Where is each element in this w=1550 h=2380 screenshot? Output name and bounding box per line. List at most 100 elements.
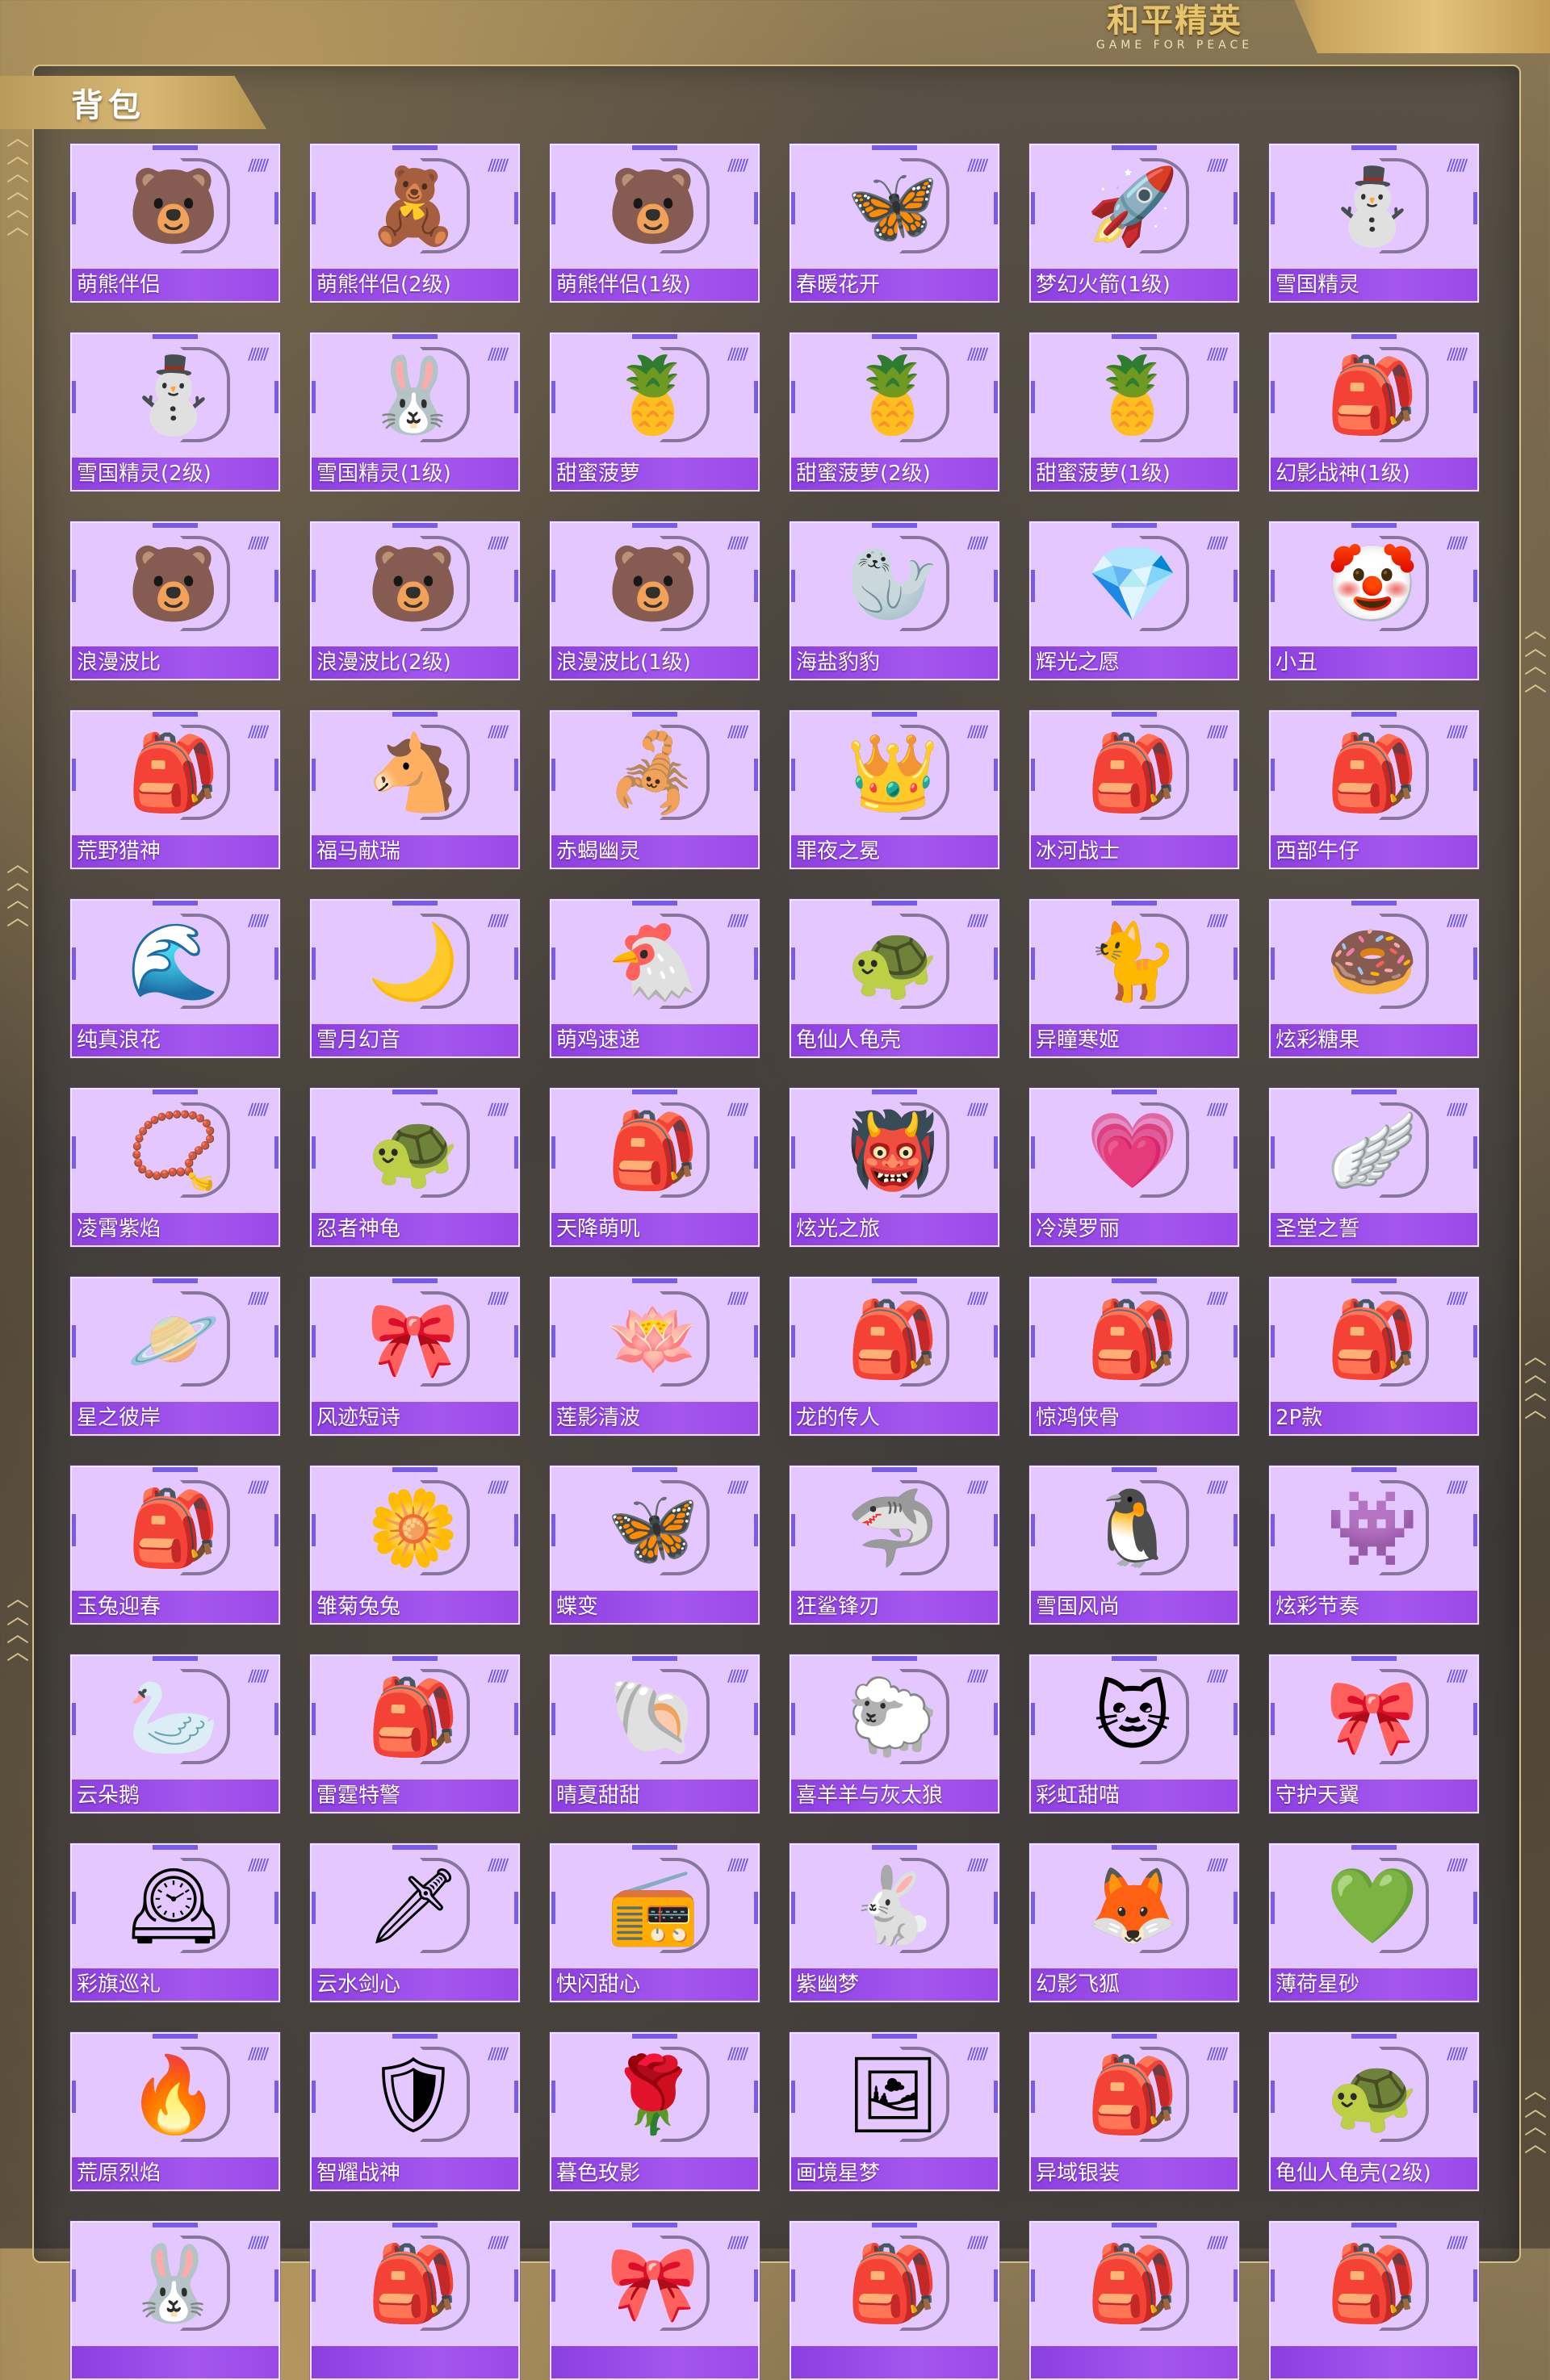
backpack-item-card[interactable]: |||||| 🐻 浪漫波比(1级) bbox=[550, 521, 760, 680]
backpack-item-card[interactable]: |||||| 🪽 圣堂之誓 bbox=[1269, 1088, 1479, 1247]
backpack-item-card[interactable]: |||||| 🦭 海盐豹豹 bbox=[790, 521, 999, 680]
backpack-strap bbox=[1379, 2047, 1429, 2142]
backpack-item-card[interactable]: |||||| 🎒 异域银装 bbox=[1029, 2032, 1239, 2191]
backpack-item-card[interactable]: |||||| 👾 炫彩节奏 bbox=[1269, 1466, 1479, 1625]
backpack-item-card[interactable]: |||||| 🎒 龙的传人 bbox=[790, 1277, 999, 1436]
backpack-item-card[interactable]: |||||| 🍍 甜蜜菠萝(1级) bbox=[1029, 333, 1239, 491]
backpack-item-card[interactable]: |||||| ⛄ 雪国精灵(2级) bbox=[70, 333, 280, 491]
card-side-tick bbox=[1473, 1325, 1477, 1357]
backpack-item-card[interactable]: |||||| 🤡 小丑 bbox=[1269, 521, 1479, 680]
backpack-item-card[interactable]: |||||| 🚀 梦幻火箭(1级) bbox=[1029, 144, 1239, 303]
backpack-item-card[interactable]: |||||| 🐢 龟仙人龟壳(2级) bbox=[1269, 2032, 1479, 2191]
card-side-tick bbox=[274, 947, 279, 980]
backpack-item-card[interactable]: |||||| 🐻 浪漫波比(2级) bbox=[310, 521, 520, 680]
backpack-item-card[interactable]: |||||| 🗡 云水剑心 bbox=[310, 1843, 520, 2002]
gold-backpack-icon: 🎒 bbox=[1319, 2231, 1429, 2337]
backpack-item-card[interactable]: |||||| 🐢 忍者神龟 bbox=[310, 1088, 520, 1247]
backpack-item-card[interactable]: |||||| 🌹 暮色玫影 bbox=[550, 2032, 760, 2191]
backpack-item-card[interactable]: |||||| 🐰 雪国精灵(1级) bbox=[310, 333, 520, 491]
backpack-item-card[interactable]: |||||| 🎒 bbox=[310, 2221, 520, 2380]
backpack-item-card[interactable]: |||||| 💎 辉光之愿 bbox=[1029, 521, 1239, 680]
backpack-item-card[interactable]: |||||| 🖼 画境星梦 bbox=[790, 2032, 999, 2191]
backpack-item-card[interactable]: |||||| 🎀 bbox=[550, 2221, 760, 2380]
card-side-tick bbox=[551, 1325, 555, 1357]
flame-backpack-icon: 🔥 bbox=[120, 2042, 230, 2148]
backpack-item-card[interactable]: |||||| 🎒 bbox=[1269, 2221, 1479, 2380]
backpack-item-card[interactable]: |||||| 🧸 萌熊伴侣(2级) bbox=[310, 144, 520, 303]
left-chevron-decoration-icon: ︿ ︿ ︿ ︿ bbox=[6, 1585, 30, 1665]
backpack-strap bbox=[899, 347, 949, 442]
backpack-item-card[interactable]: |||||| 🪷 莲影清波 bbox=[550, 1277, 760, 1436]
backpack-item-card[interactable]: |||||| 🕰 彩旗巡礼 bbox=[70, 1843, 280, 2002]
rarity-stripes-icon: |||||| bbox=[485, 912, 510, 927]
backpack-item-card[interactable]: |||||| 🐔 萌鸡速递 bbox=[550, 899, 760, 1058]
backpack-item-card[interactable]: |||||| 🎀 守护天翼 bbox=[1269, 1654, 1479, 1813]
backpack-strap bbox=[1139, 1291, 1189, 1387]
backpack-item-card[interactable]: |||||| 🌼 雏菊兔兔 bbox=[310, 1466, 520, 1625]
backpack-item-card[interactable]: |||||| 💗 冷漠罗丽 bbox=[1029, 1088, 1239, 1247]
backpack-item-card[interactable]: |||||| 🌊 纯真浪花 bbox=[70, 899, 280, 1058]
backpack-item-card[interactable]: |||||| 🐇 紫幽梦 bbox=[790, 1843, 999, 2002]
backpack-item-card[interactable]: |||||| 🐰 bbox=[70, 2221, 280, 2380]
backpack-item-card[interactable]: |||||| 🐢 龟仙人龟壳 bbox=[790, 899, 999, 1058]
card-side-tick bbox=[1031, 2081, 1035, 2113]
backpack-item-card[interactable]: |||||| 🌙 雪月幻音 bbox=[310, 899, 520, 1058]
right-chevron-decoration-icon: ︿ ︿ ︿ ︿ bbox=[1524, 2077, 1548, 2157]
card-side-tick bbox=[754, 2269, 758, 2302]
backpack-item-card[interactable]: |||||| 🐑 喜羊羊与灰太狼 bbox=[790, 1654, 999, 1813]
backpack-item-card[interactable]: |||||| 👹 炫光之旅 bbox=[790, 1088, 999, 1247]
backpack-item-card[interactable]: |||||| 🎒 惊鸿侠骨 bbox=[1029, 1277, 1239, 1436]
pink-backpack-icon: 🎀 bbox=[600, 2231, 710, 2337]
rarity-stripes-icon: |||||| bbox=[965, 1667, 990, 1683]
item-name: 云朵鹅 bbox=[77, 1784, 140, 1808]
backpack-item-card[interactable]: |||||| 🐻 萌熊伴侣 bbox=[70, 144, 280, 303]
backpack-item-card[interactable]: |||||| 🐴 福马献瑞 bbox=[310, 710, 520, 869]
backpack-item-card[interactable]: |||||| 🪐 星之彼岸 bbox=[70, 1277, 280, 1436]
backpack-item-card[interactable]: |||||| 🎒 雷霆特警 bbox=[310, 1654, 520, 1813]
backpack-item-card[interactable]: |||||| 🎒 幻影战神(1级) bbox=[1269, 333, 1479, 491]
backpack-item-card[interactable]: |||||| 📿 凌霄紫焰 bbox=[70, 1088, 280, 1247]
backpack-item-card[interactable]: |||||| 🎒 玉兔迎春 bbox=[70, 1466, 280, 1625]
daisy-bunny-backpack-icon: 🌼 bbox=[360, 1475, 470, 1582]
backpack-item-card[interactable]: |||||| 🎀 风迹短诗 bbox=[310, 1277, 520, 1436]
card-top-mark bbox=[872, 2034, 917, 2039]
backpack-item-card[interactable]: |||||| 🎒 冰河战士 bbox=[1029, 710, 1239, 869]
backpack-item-card[interactable]: |||||| 🍍 甜蜜菠萝 bbox=[550, 333, 760, 491]
backpack-item-card[interactable]: |||||| 🍍 甜蜜菠萝(2级) bbox=[790, 333, 999, 491]
item-name: 雪国精灵(1级) bbox=[316, 462, 451, 486]
backpack-item-card[interactable]: |||||| 🦋 春暖花开 bbox=[790, 144, 999, 303]
item-name: 雪国精灵 bbox=[1276, 273, 1360, 297]
card-side-tick bbox=[312, 2081, 316, 2113]
backpack-item-card[interactable]: |||||| 🐻 萌熊伴侣(1级) bbox=[550, 144, 760, 303]
backpack-item-card[interactable]: |||||| 🦋 蝶变 bbox=[550, 1466, 760, 1625]
backpack-item-card[interactable]: |||||| 🎒 荒野猎神 bbox=[70, 710, 280, 869]
sword-backpack-icon: 🗡 bbox=[360, 1853, 470, 1960]
backpack-item-card[interactable]: |||||| 🐻 浪漫波比 bbox=[70, 521, 280, 680]
backpack-item-card[interactable]: |||||| 🐱 彩虹甜喵 bbox=[1029, 1654, 1239, 1813]
backpack-item-card[interactable]: |||||| 🦈 狂鲨锋刃 bbox=[790, 1466, 999, 1625]
backpack-item-card[interactable]: |||||| 🐈 异瞳寒姬 bbox=[1029, 899, 1239, 1058]
card-top-mark bbox=[1112, 1656, 1157, 1661]
card-side-tick bbox=[274, 2081, 279, 2113]
fox-backpack-icon: 🦊 bbox=[1079, 1853, 1189, 1960]
backpack-strap bbox=[899, 1291, 949, 1387]
backpack-item-card[interactable]: |||||| 🎒 西部牛仔 bbox=[1269, 710, 1479, 869]
backpack-item-card[interactable]: |||||| 🔥 荒原烈焰 bbox=[70, 2032, 280, 2191]
backpack-item-card[interactable]: |||||| 🐧 雪国风尚 bbox=[1029, 1466, 1239, 1625]
backpack-item-card[interactable]: |||||| 🎒 bbox=[790, 2221, 999, 2380]
backpack-item-card[interactable]: |||||| 🎒 2P款 bbox=[1269, 1277, 1479, 1436]
backpack-item-card[interactable]: |||||| 🦂 赤蝎幽灵 bbox=[550, 710, 760, 869]
backpack-item-card[interactable]: |||||| 💚 薄荷星砂 bbox=[1269, 1843, 1479, 2002]
backpack-item-card[interactable]: |||||| 🛡 智耀战神 bbox=[310, 2032, 520, 2191]
rarity-stripes-icon: |||||| bbox=[485, 1667, 510, 1683]
backpack-item-card[interactable]: |||||| 🦢 云朵鹅 bbox=[70, 1654, 280, 1813]
backpack-item-card[interactable]: |||||| 📻 快闪甜心 bbox=[550, 1843, 760, 2002]
backpack-item-card[interactable]: |||||| ⛄ 雪国精灵 bbox=[1269, 144, 1479, 303]
backpack-item-card[interactable]: |||||| 🦊 幻影飞狐 bbox=[1029, 1843, 1239, 2002]
backpack-item-card[interactable]: |||||| 👑 罪夜之冕 bbox=[790, 710, 999, 869]
backpack-item-card[interactable]: |||||| 🍩 炫彩糖果 bbox=[1269, 899, 1479, 1058]
card-top-mark bbox=[153, 334, 198, 339]
backpack-item-card[interactable]: |||||| 🎒 bbox=[1029, 2221, 1239, 2380]
backpack-item-card[interactable]: |||||| 🐚 晴夏甜甜 bbox=[550, 1654, 760, 1813]
backpack-item-card[interactable]: |||||| 🎒 天降萌叽 bbox=[550, 1088, 760, 1247]
